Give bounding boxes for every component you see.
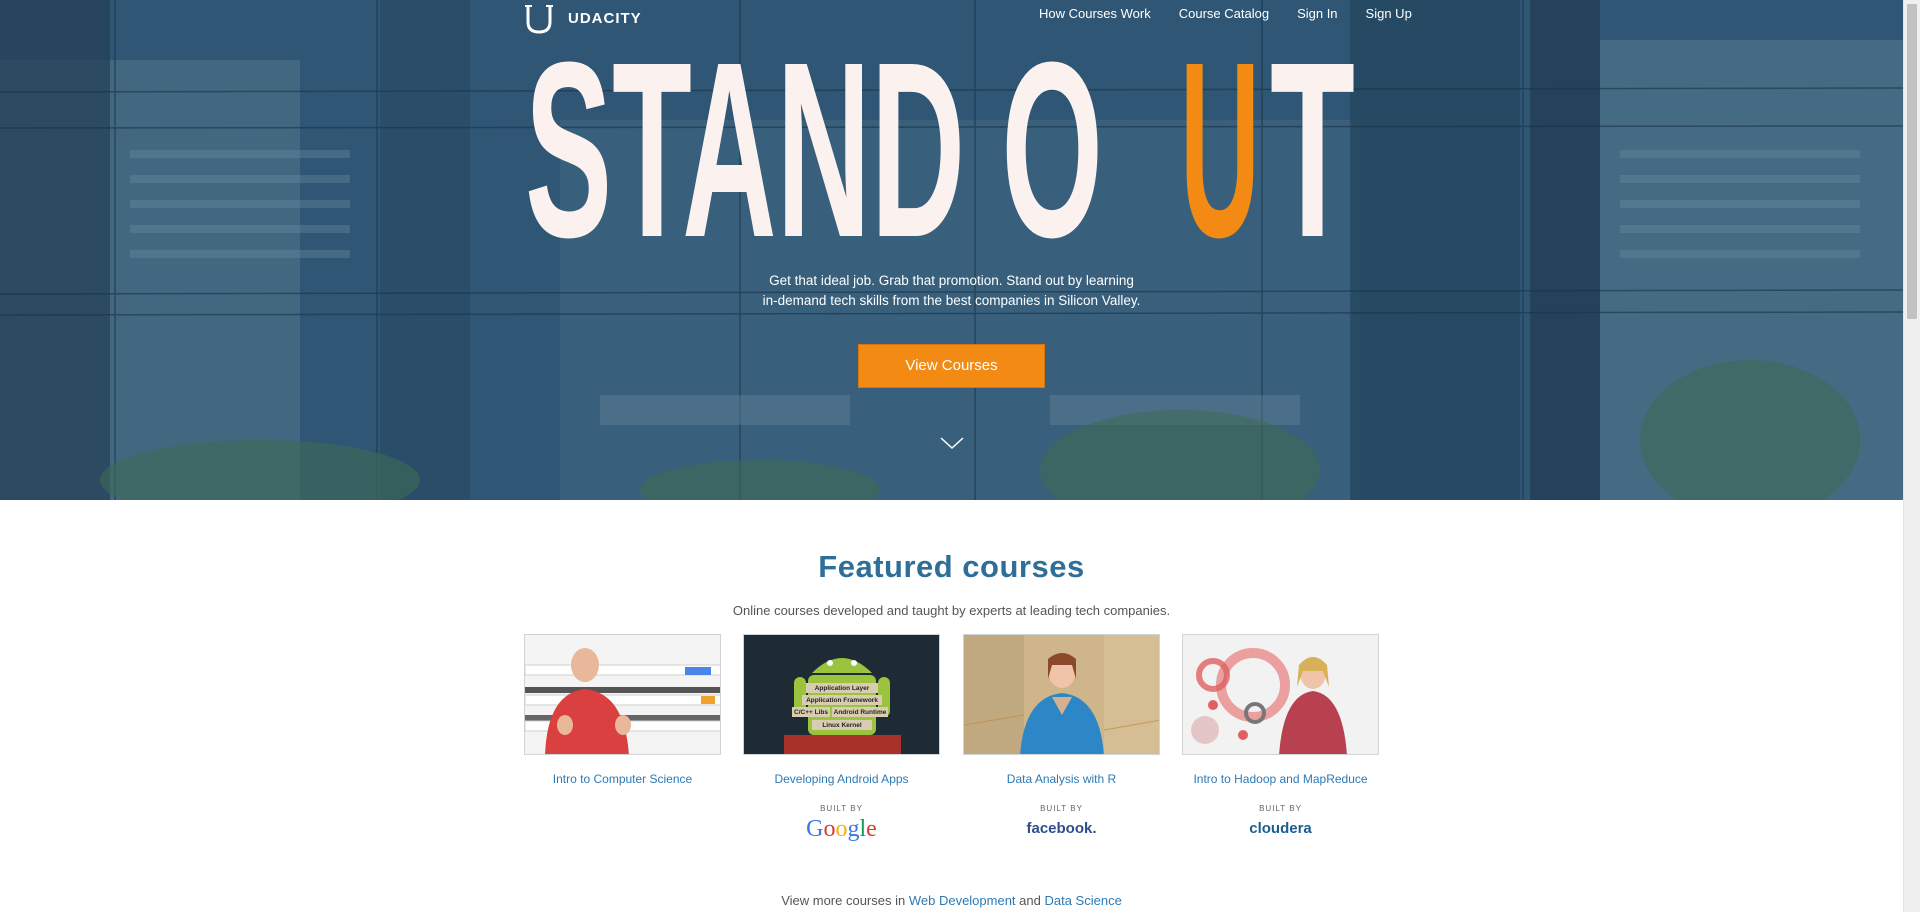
hero-subheading: Get that ideal job. Grab that promotion.… <box>0 271 1903 311</box>
course-thumbnail-data-analysis-r[interactable] <box>963 634 1160 755</box>
course-title-hadoop[interactable]: Intro to Hadoop and MapReduce <box>1182 772 1379 786</box>
hero-banner: UDACITY How Courses Work Course Catalog … <box>0 0 1903 500</box>
android-label-runtime: Android Runtime <box>834 709 887 716</box>
nav-link-sign-up[interactable]: Sign Up <box>1357 6 1421 21</box>
featured-courses-title: Featured courses <box>818 549 1085 584</box>
web-development-link[interactable]: Web Development <box>909 893 1016 908</box>
instructor-image <box>1183 635 1378 754</box>
subhead-line-2: in-demand tech skills from the best comp… <box>762 293 1141 308</box>
vertical-scrollbar[interactable] <box>1903 0 1920 912</box>
facebook-logo: facebook. <box>1026 820 1097 837</box>
course-thumbnail-android[interactable]: Application Layer Application Framework … <box>743 634 940 755</box>
built-by-label: BUILT BY <box>820 804 863 813</box>
view-courses-button[interactable]: View Courses <box>858 344 1045 388</box>
course-thumbnail-intro-cs[interactable] <box>524 634 721 755</box>
android-label-libs: C/C++ Libs <box>794 709 828 716</box>
android-robot-image: Application Layer Application Framework … <box>744 635 939 754</box>
udacity-logo-icon[interactable] <box>525 4 553 34</box>
built-by-label: BUILT BY <box>1040 804 1083 813</box>
view-more-prefix: View more courses in <box>781 893 909 908</box>
nav-link-course-catalog[interactable]: Course Catalog <box>1170 6 1278 21</box>
scrollbar-thumb[interactable] <box>1907 4 1917 319</box>
android-label-kernel: Linux Kernel <box>822 722 862 729</box>
course-card-android[interactable]: Application Layer Application Framework … <box>743 634 940 843</box>
course-thumbnail-hadoop[interactable] <box>1182 634 1379 755</box>
instructor-image <box>964 635 1159 754</box>
chevron-down-icon[interactable] <box>940 436 964 450</box>
headline-text-end: T <box>1270 46 1355 246</box>
course-title-data-analysis-r[interactable]: Data Analysis with R <box>963 772 1160 786</box>
view-more-and: and <box>1015 893 1045 908</box>
android-label-app-layer: Application Layer <box>815 685 870 692</box>
headline-text-accent: U <box>1180 46 1260 246</box>
hero-headline: STAND O U T <box>525 46 1355 246</box>
nav-link-how-courses-work[interactable]: How Courses Work <box>1030 6 1160 21</box>
top-navigation: UDACITY How Courses Work Course Catalog … <box>0 0 1903 34</box>
course-card-intro-cs[interactable]: Intro to Computer Science <box>524 634 721 786</box>
nav-link-sign-in[interactable]: Sign In <box>1288 6 1346 21</box>
google-logo: Google <box>806 816 877 842</box>
logo-text[interactable]: UDACITY <box>568 10 642 27</box>
page: UDACITY How Courses Work Course Catalog … <box>0 0 1920 912</box>
cloudera-logo: cloudera <box>1249 820 1312 837</box>
course-title-intro-cs[interactable]: Intro to Computer Science <box>524 772 721 786</box>
instructor-image <box>525 635 720 754</box>
course-card-data-analysis-r[interactable]: Data Analysis with R BUILT BY facebook. <box>963 634 1160 837</box>
view-more-courses: View more courses in Web Development and… <box>0 893 1903 908</box>
built-by-label: BUILT BY <box>1259 804 1302 813</box>
headline-text-main: STAND O <box>525 46 1103 246</box>
nav-links: How Courses Work Course Catalog Sign In … <box>1030 6 1421 21</box>
android-label-framework: Application Framework <box>806 697 878 704</box>
subhead-line-1: Get that ideal job. Grab that promotion.… <box>769 273 1134 288</box>
course-title-android[interactable]: Developing Android Apps <box>743 772 940 786</box>
featured-courses-subtitle: Online courses developed and taught by e… <box>732 603 1171 618</box>
course-card-hadoop[interactable]: Intro to Hadoop and MapReduce BUILT BY c… <box>1182 634 1379 837</box>
data-science-link[interactable]: Data Science <box>1044 893 1121 908</box>
